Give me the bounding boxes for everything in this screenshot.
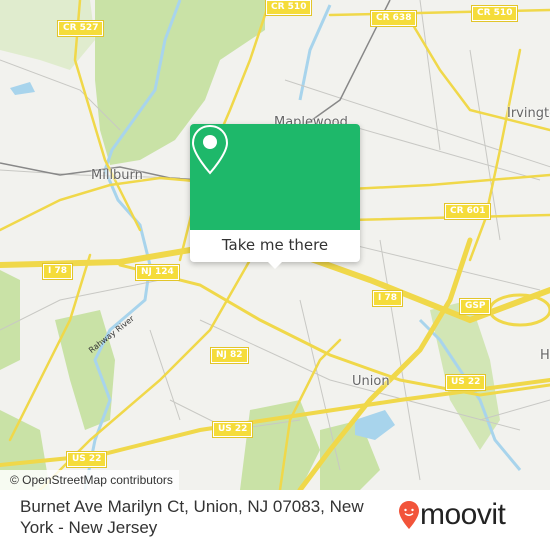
map-pin-icon [191, 124, 229, 175]
moovit-wordmark: moovit [420, 498, 506, 531]
map-view[interactable]: Millburn Maplewood Irvington Union H CR … [0, 0, 550, 490]
road-shield-nj82: NJ 82 [210, 347, 249, 364]
road-shield-gsp: GSP [458, 298, 492, 315]
moovit-pin-icon [399, 501, 419, 529]
road-shield-us22-west: US 22 [65, 451, 108, 468]
road-shield-cr601: CR 601 [443, 203, 492, 220]
place-label-union: Union [352, 374, 390, 389]
moovit-logo[interactable]: moovit [398, 498, 506, 531]
take-me-there-button[interactable]: Take me there [190, 230, 360, 262]
road-shield-cr510-east: CR 510 [470, 5, 519, 22]
lake [10, 82, 35, 95]
popup-pointer [267, 261, 283, 269]
park-area [0, 270, 20, 370]
take-me-there-popup[interactable]: Take me there [190, 124, 360, 269]
road-shield-i78-east: I 78 [371, 290, 404, 307]
road-shield-cr638: CR 638 [369, 10, 418, 27]
address-text: Burnet Ave Marilyn Ct, Union, NJ 07083, … [20, 497, 364, 537]
road-shield-us22-east: US 22 [444, 374, 487, 391]
river [298, 4, 332, 101]
road-shield-cr510: CR 510 [264, 0, 313, 16]
road-shield-us22-mid: US 22 [211, 421, 254, 438]
footer: Burnet Ave Marilyn Ct, Union, NJ 07083, … [0, 490, 550, 550]
popup-header [190, 124, 360, 230]
place-label-millburn: Millburn [91, 168, 143, 183]
map-attribution[interactable]: © OpenStreetMap contributors [0, 470, 179, 490]
road-shield-i78-west: I 78 [41, 263, 74, 280]
place-label-hillside: H [540, 348, 550, 363]
place-label-irvington: Irvington [507, 106, 550, 121]
road-shield-cr527: CR 527 [56, 20, 105, 37]
road-shield-nj124: NJ 124 [135, 264, 180, 281]
